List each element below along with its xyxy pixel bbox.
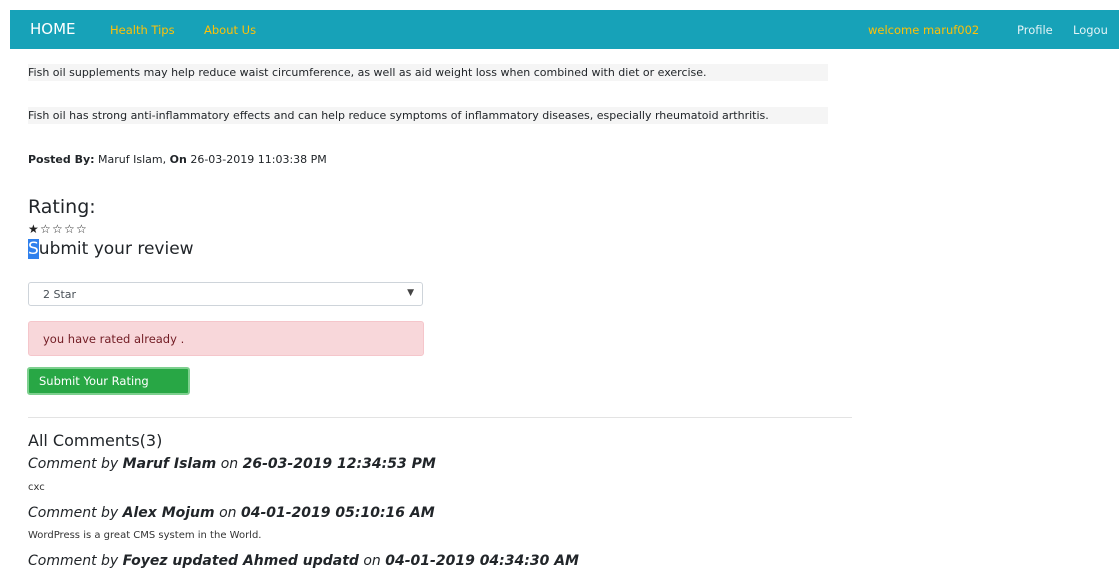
rating-select[interactable]: 2 Star ▼ <box>28 282 423 306</box>
comment-header: Comment by Alex Mojum on 04-01-2019 05:1… <box>28 505 435 521</box>
submit-review-heading: Submit your review <box>28 239 194 259</box>
divider <box>28 417 852 418</box>
comment-by-label: Comment by <box>28 456 119 472</box>
star-empty-icon: ☆ <box>64 222 75 236</box>
post-date: 26-03-2019 11:03:38 PM <box>190 153 327 166</box>
navbar: HOME Health Tips About Us welcome maruf0… <box>10 10 1119 49</box>
nav-welcome-user[interactable]: welcome maruf002 <box>868 23 979 37</box>
post-on-label: On <box>169 153 187 166</box>
nav-profile-link[interactable]: Profile <box>1017 23 1053 37</box>
comment-on-label: on <box>220 456 239 472</box>
nav-logout-link[interactable]: Logou <box>1073 23 1108 37</box>
comment-header: Comment by Foyez updated Ahmed updatd on… <box>28 553 579 569</box>
comment-on-label: on <box>219 505 237 521</box>
post-paragraph-1: Fish oil supplements may help reduce wai… <box>28 64 828 81</box>
submit-review-heading-rest: ubmit your review <box>38 239 194 259</box>
alert-text: you have rated already . <box>43 332 185 346</box>
comment-by-label: Comment by <box>28 505 119 521</box>
comment-text: cxc <box>28 482 45 493</box>
star-filled-icon: ★ <box>28 222 39 236</box>
rating-heading: Rating: <box>28 196 96 218</box>
comment-date: 04-01-2019 04:34:30 AM <box>385 553 579 569</box>
star-empty-icon: ☆ <box>40 222 51 236</box>
nav-health-tips-link[interactable]: Health Tips <box>110 23 175 37</box>
star-rating-display: ★☆☆☆☆ <box>28 222 88 236</box>
comments-heading: All Comments(3) <box>28 431 163 450</box>
star-empty-icon: ☆ <box>76 222 87 236</box>
already-rated-alert: you have rated already . <box>28 321 424 356</box>
submit-rating-button[interactable]: Submit Your Rating <box>27 367 190 395</box>
post-author: Maruf Islam, <box>98 153 167 166</box>
comment-header: Comment by Maruf Islam on 26-03-2019 12:… <box>28 456 436 472</box>
comment-author: Alex Mojum <box>122 505 215 521</box>
comment-text: WordPress is a great CMS system in the W… <box>28 530 262 541</box>
comment-on-label: on <box>363 553 381 569</box>
post-meta: Posted By: Maruf Islam, On 26-03-2019 11… <box>28 153 327 166</box>
comment-date: 04-01-2019 05:10:16 AM <box>240 505 435 521</box>
selected-text: S <box>28 239 39 259</box>
comment-author: Maruf Islam <box>122 456 217 472</box>
comment-author: Foyez updated Ahmed updatd <box>122 553 359 569</box>
comment-by-label: Comment by <box>28 553 119 569</box>
nav-about-us-link[interactable]: About Us <box>204 23 256 37</box>
posted-by-label: Posted By: <box>28 153 95 166</box>
nav-home-link[interactable]: HOME <box>30 20 76 38</box>
comment-date: 26-03-2019 12:34:53 PM <box>242 456 436 472</box>
rating-select-value: 2 Star <box>43 288 77 301</box>
star-empty-icon: ☆ <box>52 222 63 236</box>
chevron-down-icon: ▼ <box>407 288 414 298</box>
post-paragraph-2: Fish oil has strong anti-inflammatory ef… <box>28 107 828 124</box>
